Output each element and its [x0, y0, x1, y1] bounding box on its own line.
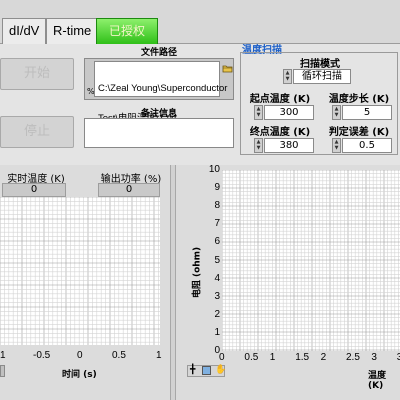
file-path-control: % C:\Zeal Young\Superconductor Test\电阻温度… — [84, 58, 234, 124]
chart-splitter[interactable] — [170, 165, 176, 400]
start-button[interactable]: 开始 — [0, 58, 74, 90]
y-tick: 1 — [214, 326, 220, 338]
x-tick: 1 — [0, 350, 6, 361]
scan-mode-spinner-icon[interactable]: ▲ ▼ — [283, 69, 292, 84]
authorized-badge: 已授权 — [96, 18, 158, 44]
y-tick: 4 — [214, 272, 220, 284]
file-path-label: 文件路径 — [140, 48, 177, 58]
y-tick: 10 — [208, 164, 220, 175]
tab-strip: dI/dV R-time 已授权 — [0, 0, 400, 44]
y-tick: 7 — [214, 218, 220, 230]
start-temp-input[interactable]: 300 — [264, 105, 314, 120]
y-tick: 9 — [214, 182, 220, 194]
y-tick: 2 — [214, 308, 220, 320]
temp-step-label: 温度步长 (K) — [328, 94, 390, 105]
crosshair-icon[interactable]: ╋ — [190, 365, 195, 375]
time-chart-grid — [0, 197, 160, 345]
graph-palette: ╋ ✋ — [187, 365, 226, 377]
tolerance-label: 判定误差 (K) — [328, 127, 390, 138]
x-tick: 1.5 — [295, 352, 310, 363]
temp-step-input[interactable]: 5 — [342, 105, 392, 120]
file-path-input[interactable]: C:\Zeal Young\Superconductor Test\电阻温度\1… — [94, 61, 227, 124]
x-tick: 0.5 — [112, 350, 126, 361]
end-temp-input[interactable]: 380 — [264, 138, 314, 153]
x-tick: 0.5 — [244, 352, 259, 363]
end-temp-label: 终点温度 (K) — [249, 127, 311, 138]
scan-mode-label: 扫描模式 — [300, 59, 340, 70]
tolerance-input[interactable]: 0.5 — [342, 138, 392, 153]
scan-mode-select[interactable]: 循环扫描 — [293, 69, 351, 84]
x-tick: 3 — [371, 352, 377, 363]
zoom-icon[interactable] — [202, 366, 211, 375]
x-tick: 2 — [320, 352, 327, 363]
x-tick: 0 — [77, 350, 83, 361]
resistance-chart-plot-area[interactable] — [222, 170, 400, 351]
time-chart-plot-area[interactable] — [0, 197, 160, 345]
y-tick: 6 — [214, 236, 220, 248]
resistance-chart-grid — [222, 170, 400, 351]
time-axis-title: 时间 (s) — [62, 370, 97, 380]
tab-didv[interactable]: dI/dV — [2, 18, 47, 44]
start-temp-label: 起点温度 (K) — [249, 94, 311, 105]
x-tick: 0 — [219, 352, 225, 363]
y-tick: 3 — [214, 290, 220, 302]
resistance-y-axis: 10 9 8 7 6 5 4 3 2 1 0 — [200, 164, 220, 370]
realtime-temp-value: 0 — [2, 183, 66, 197]
output-power-value: 0 — [98, 183, 160, 197]
x-tick: 1 — [269, 352, 276, 363]
x-tick: -0.5 — [33, 350, 51, 361]
end-temp-spinner-icon[interactable]: ▲ ▼ — [254, 138, 263, 153]
folder-icon[interactable] — [222, 63, 233, 74]
y-tick: 8 — [214, 200, 220, 212]
temperature-x-axis: 00.511.522.533.5 — [210, 351, 400, 367]
temperature-axis-title: 温度 (K) — [368, 371, 387, 391]
x-tick: 1 — [156, 350, 162, 361]
start-temp-spinner-icon[interactable]: ▲ ▼ — [254, 105, 263, 120]
sweep-group: 扫描模式 ▲ ▼ 循环扫描 起点温度 (K) ▲ ▼ 300 温度步长 (K) ▲ ▼… — [240, 52, 398, 155]
remarks-input[interactable] — [84, 118, 234, 148]
y-tick: 5 — [214, 254, 220, 266]
x-tick: 2.5 — [346, 352, 360, 363]
hand-icon[interactable]: ✋ — [215, 365, 226, 375]
tolerance-spinner-icon[interactable]: ▲ ▼ — [332, 138, 341, 153]
temp-step-spinner-icon[interactable]: ▲ ▼ — [332, 105, 341, 120]
tab-r-time[interactable]: R-time — [46, 18, 99, 44]
stop-button[interactable]: 停止 — [0, 116, 74, 148]
time-chart-scroll-handle[interactable] — [0, 365, 5, 377]
